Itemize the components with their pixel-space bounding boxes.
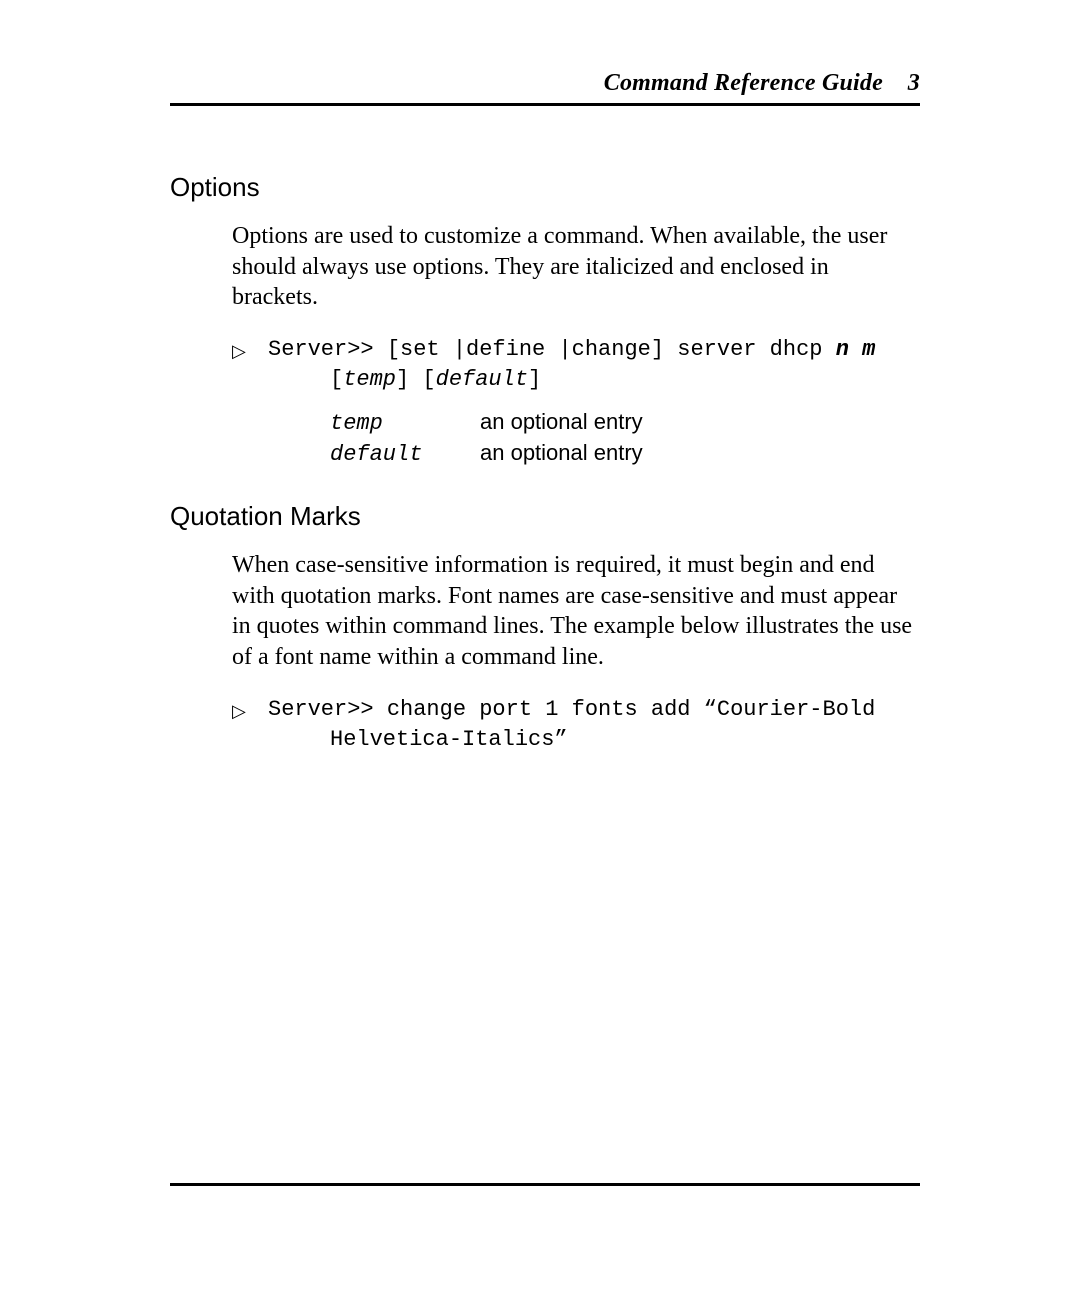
option-row: temp an optional entry — [330, 409, 920, 436]
example-args: n m — [836, 337, 876, 362]
section-title-options: Options — [170, 172, 920, 203]
example-row: ▷ Server>> change port 1 fonts add “Cour… — [232, 695, 920, 725]
l2-default: default — [436, 367, 528, 392]
options-table: temp an optional entry default an option… — [330, 409, 920, 467]
page: Command Reference Guide 3 Options Option… — [0, 0, 1080, 1296]
option-term: temp — [330, 411, 480, 436]
running-header: Command Reference Guide 3 — [170, 70, 920, 106]
quotes-example-line2: Helvetica-Italics” — [330, 727, 568, 752]
l2-mid: ] [ — [396, 367, 436, 392]
quotes-example: ▷ Server>> change port 1 fonts add “Cour… — [232, 695, 920, 755]
example-code-line2: [temp] [default] — [330, 365, 920, 395]
header-title: Command Reference Guide — [604, 70, 883, 96]
triangle-icon: ▷ — [232, 695, 268, 725]
example-code-line2: Helvetica-Italics” — [330, 725, 920, 755]
option-term: default — [330, 442, 480, 467]
example-code: Server>> change port 1 fonts add “Courie… — [268, 695, 875, 725]
option-desc: an optional entry — [480, 440, 643, 466]
header-spacer — [889, 70, 901, 96]
example-prefix: Server>> [set |define |change] server dh… — [268, 337, 836, 362]
l2-close: ] — [528, 367, 541, 392]
footer-rule — [170, 1183, 920, 1186]
triangle-icon: ▷ — [232, 335, 268, 365]
options-example: ▷ Server>> [set |define |change] server … — [232, 335, 920, 467]
quotes-example-line1: Server>> change port 1 fonts add “Courie… — [268, 697, 875, 722]
l2-open: [ — [330, 367, 343, 392]
section-title-quotes: Quotation Marks — [170, 501, 920, 532]
options-paragraph: Options are used to customize a command.… — [232, 221, 920, 313]
quotes-paragraph: When case-sensitive information is requi… — [232, 550, 920, 673]
option-desc: an optional entry — [480, 409, 643, 435]
example-code: Server>> [set |define |change] server dh… — [268, 335, 875, 365]
option-row: default an optional entry — [330, 440, 920, 467]
example-row: ▷ Server>> [set |define |change] server … — [232, 335, 920, 365]
l2-temp: temp — [343, 367, 396, 392]
header-page-number: 3 — [908, 70, 920, 96]
